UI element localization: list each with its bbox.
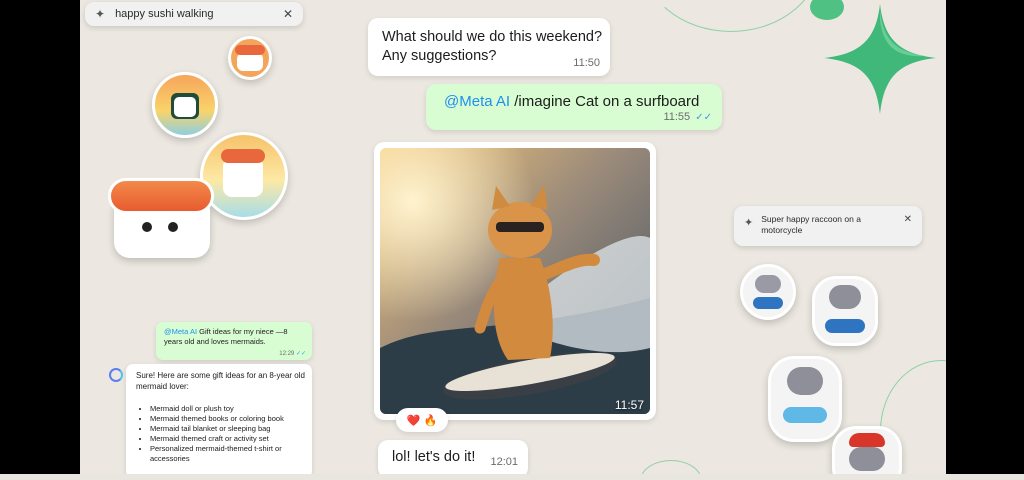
image-time: 11:57 bbox=[614, 398, 644, 412]
list-item: Mermaid themed craft or activity set bbox=[150, 434, 318, 444]
chat-canvas: ✦ happy sushi walking ✕ What should we d… bbox=[80, 0, 946, 474]
message-text-line2: Any suggestions? bbox=[382, 48, 497, 64]
message-time-value: 12:29 bbox=[279, 351, 295, 357]
message-text: @Meta AI Gift ideas for my niece —8 year… bbox=[164, 327, 306, 347]
message-lets-do-it: lol! let's do it! 12:01 bbox=[378, 440, 528, 474]
decorative-arc-bottom bbox=[640, 460, 702, 474]
list-item: Mermaid tail blanket or sleeping bag bbox=[150, 424, 318, 434]
raccoon-sticker-2[interactable] bbox=[812, 276, 878, 346]
raccoon-sticker-3[interactable] bbox=[768, 356, 842, 442]
sticker-search-bar-left[interactable]: ✦ happy sushi walking ✕ bbox=[85, 2, 303, 26]
close-icon[interactable]: ✕ bbox=[904, 214, 912, 225]
message-time: 12:29 ✓✓ bbox=[279, 350, 306, 357]
message-time: 11:55 ✓✓ bbox=[663, 111, 712, 123]
message-text: @Meta AI /imagine Cat on a surfboard bbox=[444, 93, 699, 110]
list-item: Personalized mermaid-themed t-shirt or a… bbox=[150, 444, 318, 464]
message-time-value: 11:55 bbox=[663, 111, 691, 123]
green-sparkle-star-icon bbox=[824, 4, 936, 114]
imagine-prompt: /imagine Cat on a surfboard bbox=[510, 93, 700, 110]
sticker-search-bar-right[interactable]: ✦ Super happy raccoon on a motorcycle ✕ bbox=[734, 206, 922, 246]
message-time: 12:01 bbox=[490, 456, 518, 468]
message-text: lol! let's do it! bbox=[392, 449, 476, 465]
read-receipt-icon: ✓✓ bbox=[695, 112, 712, 123]
message-gift-request: @Meta AI Gift ideas for my niece —8 year… bbox=[156, 322, 312, 360]
message-time: 11:50 bbox=[573, 57, 600, 69]
sparkle-icon: ✦ bbox=[744, 217, 754, 229]
sushi-sticker-small[interactable] bbox=[228, 36, 272, 80]
message-generated-image[interactable]: 11:57 bbox=[374, 142, 656, 420]
sticker-search-query: Super happy raccoon on a motorcycle bbox=[761, 214, 861, 235]
list-item: Mermaid themed books or coloring book bbox=[150, 414, 318, 424]
bottom-strip bbox=[0, 474, 1024, 480]
close-icon[interactable]: ✕ bbox=[283, 7, 293, 21]
decorative-arc-top bbox=[640, 0, 822, 32]
list-item: Mermaid doll or plush toy bbox=[150, 404, 318, 414]
sparkle-icon: ✦ bbox=[95, 7, 106, 21]
cat-surfing-image[interactable] bbox=[380, 148, 650, 414]
sticker-search-query: happy sushi walking bbox=[115, 8, 214, 20]
read-receipt-icon: ✓✓ bbox=[295, 351, 306, 357]
reaction-emojis: ❤️ 🔥 bbox=[406, 414, 438, 427]
message-text-line1: What should we do this weekend? bbox=[382, 29, 603, 45]
message-weekend-question: What should we do this weekend? Any sugg… bbox=[368, 18, 610, 76]
meta-ai-ring-icon bbox=[109, 368, 123, 382]
gift-reply-intro: Sure! Here are some gift ideas for an 8-… bbox=[136, 371, 305, 391]
sushi-sticker-beach[interactable] bbox=[200, 132, 288, 220]
meta-ai-mention[interactable]: @Meta AI bbox=[444, 93, 510, 110]
message-gift-reply: Sure! Here are some gift ideas for an 8-… bbox=[126, 364, 312, 474]
meta-ai-mention[interactable]: @Meta AI bbox=[164, 327, 197, 336]
raccoon-sticker-4[interactable] bbox=[832, 426, 902, 474]
reaction-pill[interactable]: ❤️ 🔥 bbox=[396, 408, 448, 432]
message-imagine-command: @Meta AI /imagine Cat on a surfboard 11:… bbox=[426, 84, 722, 130]
sushi-sticker-sunset[interactable] bbox=[152, 72, 218, 138]
raccoon-sticker-1[interactable] bbox=[740, 264, 796, 320]
gift-ideas-list: Mermaid doll or plush toy Mermaid themed… bbox=[136, 404, 318, 464]
sushi-sticker-large[interactable] bbox=[106, 172, 214, 262]
